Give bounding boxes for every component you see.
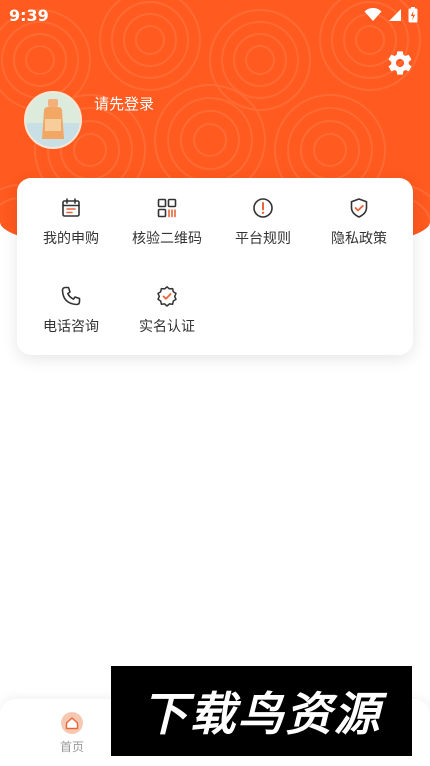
- menu-item-label: 我的申购: [43, 231, 99, 247]
- gear-icon[interactable]: [386, 49, 414, 77]
- wifi-icon: [364, 8, 382, 21]
- calendar-icon: [62, 198, 80, 217]
- menu-item-label: 核验二维码: [132, 231, 202, 247]
- menu-item-real-name-auth[interactable]: 实名认证: [119, 266, 215, 336]
- home-icon: [61, 712, 83, 734]
- menu-item-label: 实名认证: [139, 319, 195, 335]
- avatar[interactable]: [24, 91, 82, 149]
- avatar-image: [26, 93, 80, 147]
- signal-icon: [389, 9, 401, 21]
- menu-item-privacy-policy[interactable]: 隐私政策: [311, 178, 407, 248]
- watermark-text: 下载鸟资源: [141, 687, 382, 741]
- status-time: 9:39: [9, 5, 49, 25]
- status-icons: [364, 7, 418, 23]
- qr-code-icon: [157, 198, 177, 218]
- shield-check-icon: [350, 198, 368, 218]
- menu-item-label: 平台规则: [235, 231, 291, 247]
- alert-circle-icon: [253, 198, 273, 218]
- tab-home-label: 首页: [59, 740, 84, 754]
- menu-item-platform-rules[interactable]: 平台规则: [215, 178, 311, 248]
- menu-item-verify-qr[interactable]: 核验二维码: [119, 178, 215, 248]
- login-prompt[interactable]: 请先登录: [94, 93, 154, 114]
- menu-item-label: 电话咨询: [43, 319, 99, 335]
- menu-item-label: 隐私政策: [331, 231, 387, 247]
- battery-icon: [408, 7, 418, 23]
- tab-home[interactable]: 首页: [46, 711, 98, 757]
- menu-item-phone-consult[interactable]: 电话咨询: [23, 266, 119, 336]
- status-bar: 9:39: [0, 0, 430, 30]
- menu-item-my-purchase[interactable]: 我的申购: [23, 178, 119, 248]
- verified-badge-icon: [157, 286, 177, 307]
- phone-icon: [61, 286, 81, 306]
- menu-card: 我的申购 核验二维码 平台规则 隐私政策 电话咨询 实名认证: [17, 178, 413, 355]
- watermark-logo: 下载鸟资源: [111, 666, 412, 756]
